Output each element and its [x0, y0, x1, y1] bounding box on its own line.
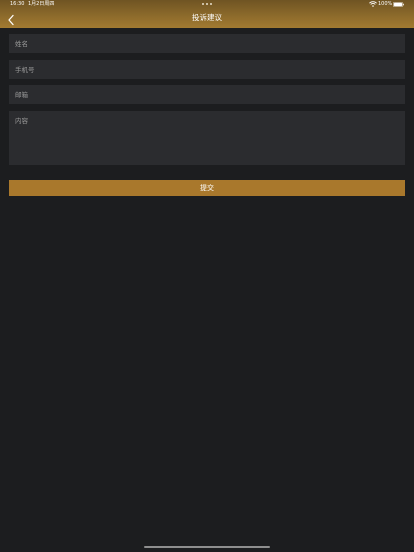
dot-icon [202, 3, 204, 5]
navigation-bar: 16:30 1月2日周四 100% 投诉建议 [0, 0, 414, 28]
dot-icon [210, 3, 212, 5]
page-title: 投诉建议 [192, 13, 222, 22]
status-time: 16:30 [10, 1, 25, 7]
name-input[interactable] [9, 34, 405, 53]
phone-input[interactable] [9, 60, 405, 79]
email-input[interactable] [9, 85, 405, 104]
battery-icon [393, 2, 404, 7]
wifi-icon [369, 1, 377, 7]
battery-percentage: 100% [378, 1, 393, 7]
multitasking-dots-icon[interactable] [202, 3, 212, 6]
complaint-screen: 16:30 1月2日周四 100% 投诉建议 提交 [0, 0, 414, 552]
status-date: 1月2日周四 [28, 1, 55, 7]
dot-icon [206, 3, 208, 5]
home-indicator[interactable] [144, 546, 270, 548]
content-textarea[interactable] [9, 111, 405, 165]
submit-button[interactable]: 提交 [9, 180, 405, 196]
